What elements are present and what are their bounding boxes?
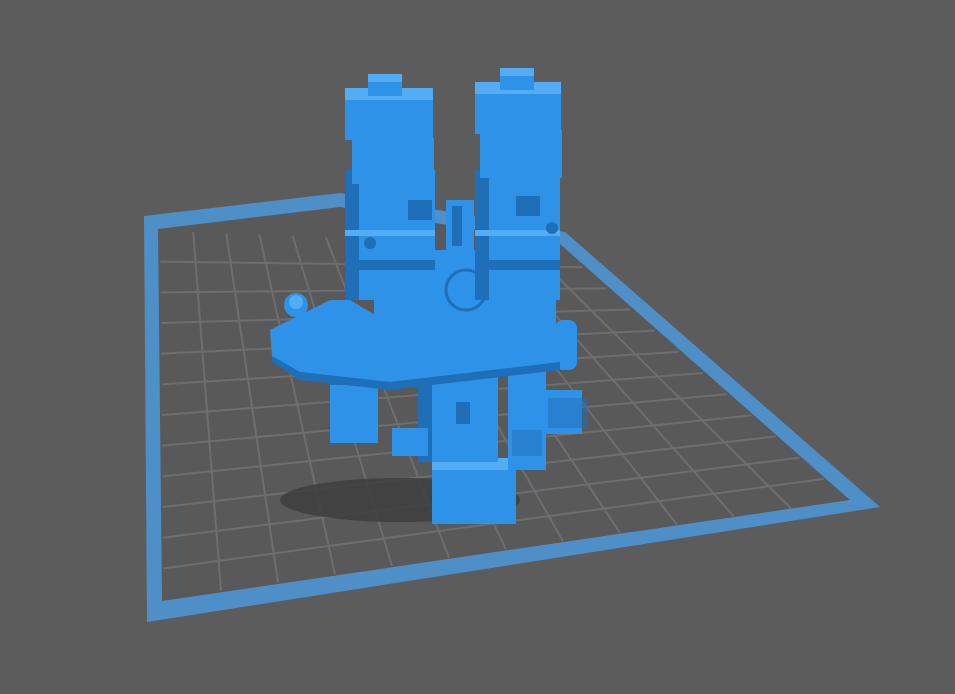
3d-viewport[interactable] xyxy=(0,0,955,694)
scene-svg xyxy=(144,68,880,622)
